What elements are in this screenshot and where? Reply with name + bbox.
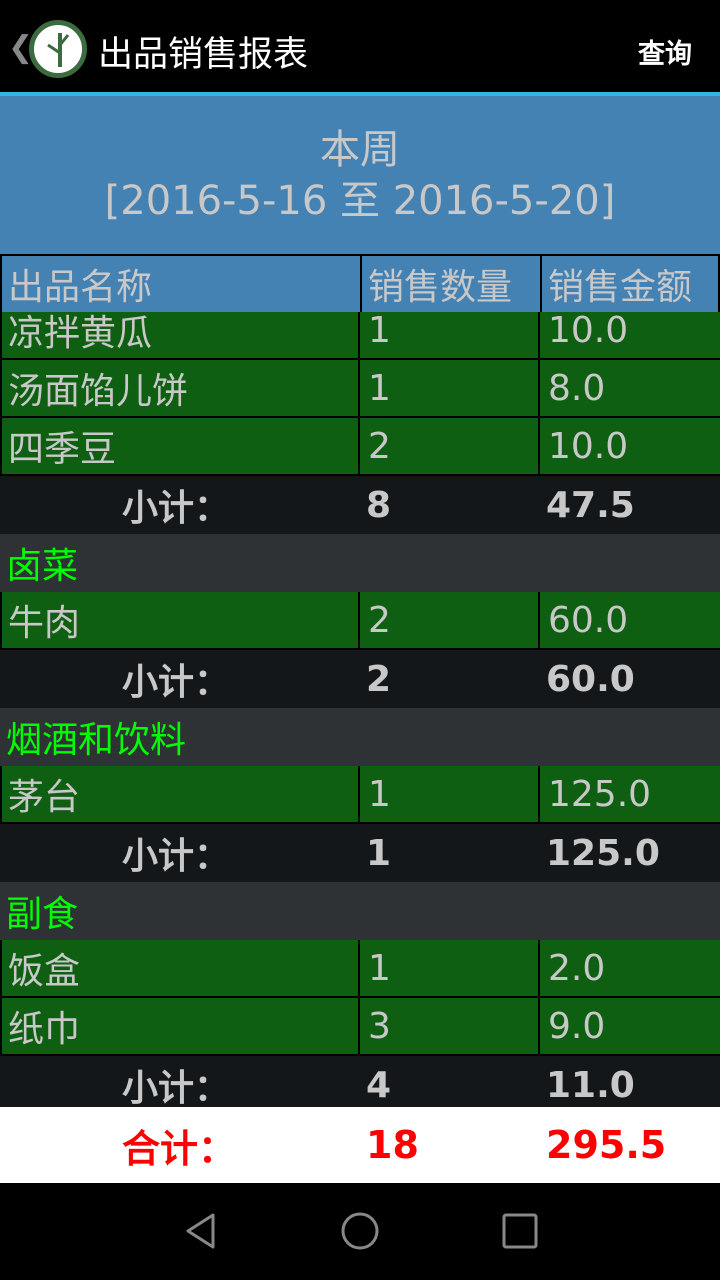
amount-cell: 9.0 <box>548 1005 606 1047</box>
quantity-cell: 8 <box>366 484 392 526</box>
report-list[interactable]: 凉拌黄瓜 1 10.0 汤面馅儿饼 1 8.0 四季豆 2 10.0 小计： 8 47.5 卤菜 牛肉 2 6… <box>0 312 720 1107</box>
page-title: 出品销售报表 <box>98 35 309 75</box>
column-divider <box>538 592 540 648</box>
table-row[interactable]: 牛肉 2 60.0 <box>0 592 720 650</box>
column-divider <box>538 418 540 474</box>
table-row[interactable]: 纸巾 3 9.0 <box>0 998 720 1056</box>
recents-nav-icon[interactable] <box>500 1211 540 1251</box>
quantity-cell: 1 <box>366 832 392 874</box>
date-range: [2016-5-16 至 2016-5-20] <box>104 178 616 224</box>
table-row[interactable]: 凉拌黄瓜 1 10.0 <box>0 312 720 360</box>
column-divider <box>358 360 360 416</box>
category-row: 卤菜 <box>0 534 720 592</box>
item-name: 纸巾 <box>8 1009 81 1050</box>
column-divider <box>538 312 540 358</box>
category-name: 副食 <box>6 894 79 935</box>
amount-cell: 125.0 <box>548 773 652 815</box>
amount-cell: 47.5 <box>546 484 635 526</box>
quantity-cell: 2 <box>368 425 391 467</box>
column-divider <box>538 360 540 416</box>
column-divider <box>538 998 540 1054</box>
category-row: 副食 <box>0 882 720 940</box>
amount-cell: 11.0 <box>546 1064 635 1106</box>
quantity-cell: 3 <box>368 1005 391 1047</box>
table-row[interactable]: 四季豆 2 10.0 <box>0 418 720 476</box>
quantity-cell: 2 <box>368 599 391 641</box>
amount-cell: 10.0 <box>548 425 629 467</box>
column-divider <box>358 940 360 996</box>
column-divider <box>538 766 540 822</box>
amount-cell: 60.0 <box>548 599 629 641</box>
total-amount: 295.5 <box>546 1123 667 1167</box>
column-divider <box>358 766 360 822</box>
category-row: 烟酒和饮料 <box>0 708 720 766</box>
column-divider <box>358 418 360 474</box>
column-divider <box>538 940 540 996</box>
category-name: 烟酒和饮料 <box>6 720 187 761</box>
back-nav-icon[interactable] <box>180 1211 220 1251</box>
amount-cell: 10.0 <box>548 312 629 351</box>
table-row[interactable]: 饭盒 1 2.0 <box>0 940 720 998</box>
column-divider <box>358 998 360 1054</box>
navigation-bar <box>0 1183 720 1280</box>
quantity-cell: 1 <box>368 312 391 351</box>
subtotal-row: 小计： 8 47.5 <box>0 476 720 534</box>
action-bar: ❮ 出品销售报表 查询 <box>0 0 720 92</box>
category-name: 卤菜 <box>6 546 79 587</box>
table-header: 出品名称 销售数量 销售金额 <box>0 254 720 312</box>
period-header: 本周 [2016-5-16 至 2016-5-20] <box>0 96 720 254</box>
item-name: 四季豆 <box>8 429 117 470</box>
item-name: 凉拌黄瓜 <box>8 313 153 354</box>
item-name: 牛肉 <box>8 603 81 644</box>
amount-cell: 60.0 <box>546 658 635 700</box>
amount-cell: 125.0 <box>546 832 660 874</box>
item-name: 茅台 <box>8 777 81 818</box>
item-name: 汤面馅儿饼 <box>8 371 189 412</box>
home-nav-icon[interactable] <box>340 1211 380 1251</box>
total-quantity: 18 <box>366 1123 419 1167</box>
subtotal-row: 小计： 1 125.0 <box>0 824 720 882</box>
amount-cell: 8.0 <box>548 367 606 409</box>
column-divider <box>358 592 360 648</box>
column-header-amount[interactable]: 销售金额 <box>548 256 720 312</box>
subtotal-row: 小计： 2 60.0 <box>0 650 720 708</box>
item-name: 饭盒 <box>8 951 81 992</box>
period-label: 本周 <box>320 127 400 173</box>
column-header-name[interactable]: 出品名称 <box>8 256 358 312</box>
table-row[interactable]: 汤面馅儿饼 1 8.0 <box>0 360 720 418</box>
quantity-cell: 1 <box>368 773 391 815</box>
grand-total-row: 合计： 18 295.5 <box>0 1107 720 1183</box>
quantity-cell: 2 <box>366 658 392 700</box>
table-row[interactable]: 茅台 1 125.0 <box>0 766 720 824</box>
quantity-cell: 1 <box>368 367 391 409</box>
column-divider <box>358 312 360 358</box>
quantity-cell: 1 <box>368 947 391 989</box>
quantity-cell: 4 <box>366 1064 392 1106</box>
bamboo-logo-icon[interactable] <box>29 20 87 78</box>
column-header-quantity[interactable]: 销售数量 <box>368 256 538 312</box>
query-button[interactable]: 查询 <box>638 32 692 71</box>
amount-cell: 2.0 <box>548 947 606 989</box>
subtotal-row: 小计： 4 11.0 <box>0 1056 720 1107</box>
